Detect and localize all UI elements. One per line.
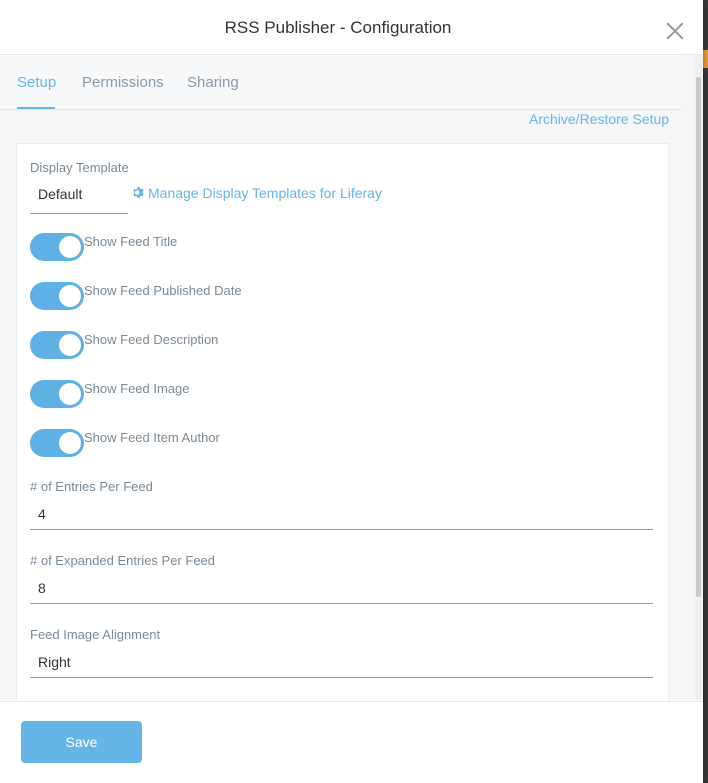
toggle-show-feed-published-date[interactable] [30, 282, 84, 310]
dialog-footer: Save [0, 701, 703, 783]
toggle-show-feed-description[interactable] [30, 331, 84, 359]
entries-per-feed-label: # of Entries Per Feed [30, 479, 153, 494]
expanded-entries-input[interactable]: 8 [30, 572, 653, 604]
close-icon[interactable] [664, 20, 686, 42]
background-page-strip [703, 0, 708, 782]
toggle-label-show-feed-image: Show Feed Image [84, 381, 190, 396]
archive-restore-link[interactable]: Archive/Restore Setup [529, 111, 669, 127]
scrollbar-thumb[interactable] [696, 77, 701, 597]
dialog-title: RSS Publisher - Configuration [224, 18, 452, 37]
background-indicator [703, 50, 708, 68]
save-button[interactable]: Save [21, 721, 142, 763]
expanded-entries-label: # of Expanded Entries Per Feed [30, 553, 216, 568]
display-template-select[interactable]: Default [30, 174, 128, 214]
manage-templates-link[interactable]: Manage Display Templates for Liferay [132, 185, 382, 201]
tab-setup[interactable]: Setup [17, 74, 56, 91]
setup-panel: Display Template Default Manage Display … [16, 143, 669, 700]
dialog-header: RSS Publisher - Configuration [0, 0, 703, 55]
gear-icon [133, 187, 144, 198]
scrollbar[interactable] [695, 55, 703, 700]
feed-image-alignment-select[interactable]: Right [30, 646, 653, 678]
display-template-label: Display Template [30, 160, 129, 175]
toggle-label-show-feed-description: Show Feed Description [84, 332, 219, 347]
feed-image-alignment-label: Feed Image Alignment [30, 627, 161, 642]
toggle-knob [59, 383, 81, 405]
manage-templates-label: Manage Display Templates for Liferay [148, 185, 382, 201]
tab-sharing[interactable]: Sharing [187, 74, 239, 91]
tab-permissions[interactable]: Permissions [82, 74, 164, 91]
active-tab-indicator [17, 107, 55, 109]
toggle-label-show-feed-title: Show Feed Title [84, 234, 178, 249]
toggle-show-feed-title[interactable] [30, 233, 84, 261]
tab-bar: Setup Permissions Sharing [0, 55, 681, 110]
toggle-show-feed-image[interactable] [30, 380, 84, 408]
toggle-knob [59, 285, 81, 307]
toggle-knob [59, 334, 81, 356]
toggle-show-feed-item-author[interactable] [30, 429, 84, 457]
toggle-label-show-feed-published-date: Show Feed Published Date [84, 283, 242, 298]
toggle-knob [59, 236, 81, 258]
dialog-body: Setup Permissions Sharing Archive/Restor… [0, 55, 695, 700]
toggle-label-show-feed-item-author: Show Feed Item Author [84, 430, 220, 445]
toggle-knob [59, 432, 81, 454]
configuration-dialog: RSS Publisher - Configuration Setup Perm… [0, 0, 703, 783]
entries-per-feed-input[interactable]: 4 [30, 498, 653, 530]
